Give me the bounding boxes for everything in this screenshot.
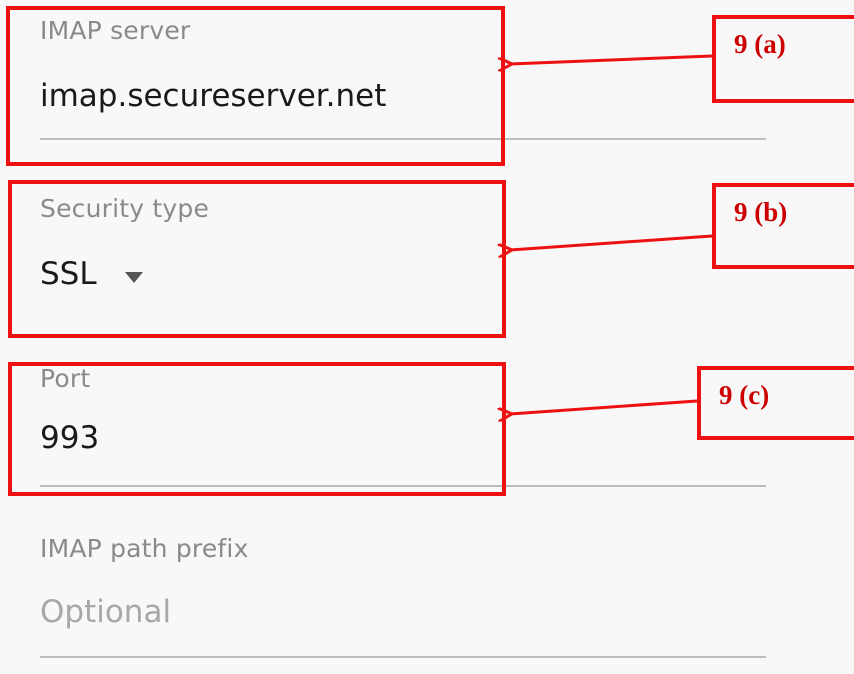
callout-9c: 9 (c) bbox=[697, 366, 854, 440]
imap-settings-screen: IMAP server imap.secureserver.net Securi… bbox=[0, 0, 854, 674]
arrow-a bbox=[510, 54, 713, 64]
callout-9b: 9 (b) bbox=[712, 183, 854, 269]
arrow-c bbox=[510, 399, 698, 414]
callout-9a: 9 (a) bbox=[712, 15, 854, 103]
arrow-b bbox=[510, 234, 713, 250]
